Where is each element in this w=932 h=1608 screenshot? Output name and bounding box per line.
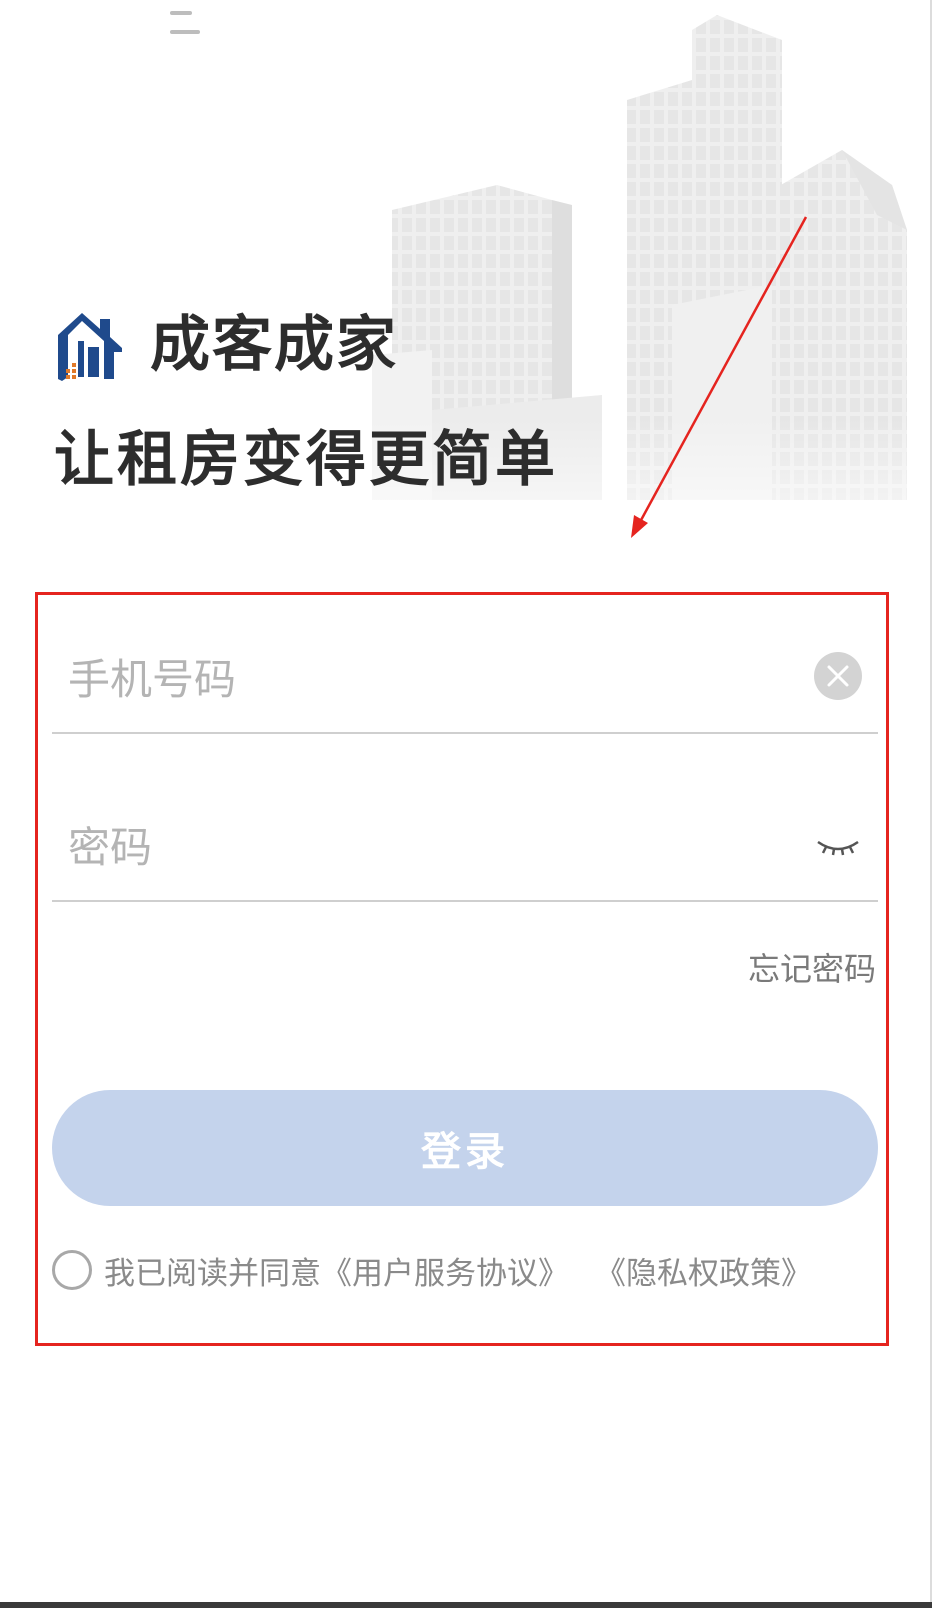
bottom-strip xyxy=(0,1602,932,1608)
status-bar-remnant xyxy=(170,0,260,34)
app-name: 成客成家 xyxy=(150,310,398,380)
forgot-password-link[interactable]: 忘记密码 xyxy=(748,944,876,990)
user-agreement-link[interactable]: 《用户服务协议》 xyxy=(321,1248,569,1293)
phone-field xyxy=(52,624,878,734)
slogan: 让租房变得更简单 xyxy=(54,425,558,495)
eye-closed-icon xyxy=(817,840,859,856)
login-button[interactable]: 登录 xyxy=(52,1090,878,1206)
login-screen: 成客成家 让租房变得更简单 忘记密码 登录 我已阅读并同意 《用 xyxy=(0,0,932,1608)
house-logo-icon xyxy=(58,313,122,381)
phone-input[interactable] xyxy=(68,644,768,714)
password-field xyxy=(52,792,878,902)
toggle-password-visibility-button[interactable] xyxy=(814,822,862,870)
clear-circle-icon xyxy=(827,665,849,687)
brand: 成客成家 xyxy=(56,300,398,390)
clear-phone-button[interactable] xyxy=(814,652,862,700)
privacy-policy-link[interactable]: 《隐私权政策》 xyxy=(595,1248,812,1293)
agreement-checkbox[interactable] xyxy=(52,1250,92,1290)
agreement-text: 我已阅读并同意 xyxy=(104,1255,321,1292)
password-input[interactable] xyxy=(68,812,768,882)
agreement-row: 我已阅读并同意 《用户服务协议》 《隐私权政策》 xyxy=(52,1248,812,1292)
